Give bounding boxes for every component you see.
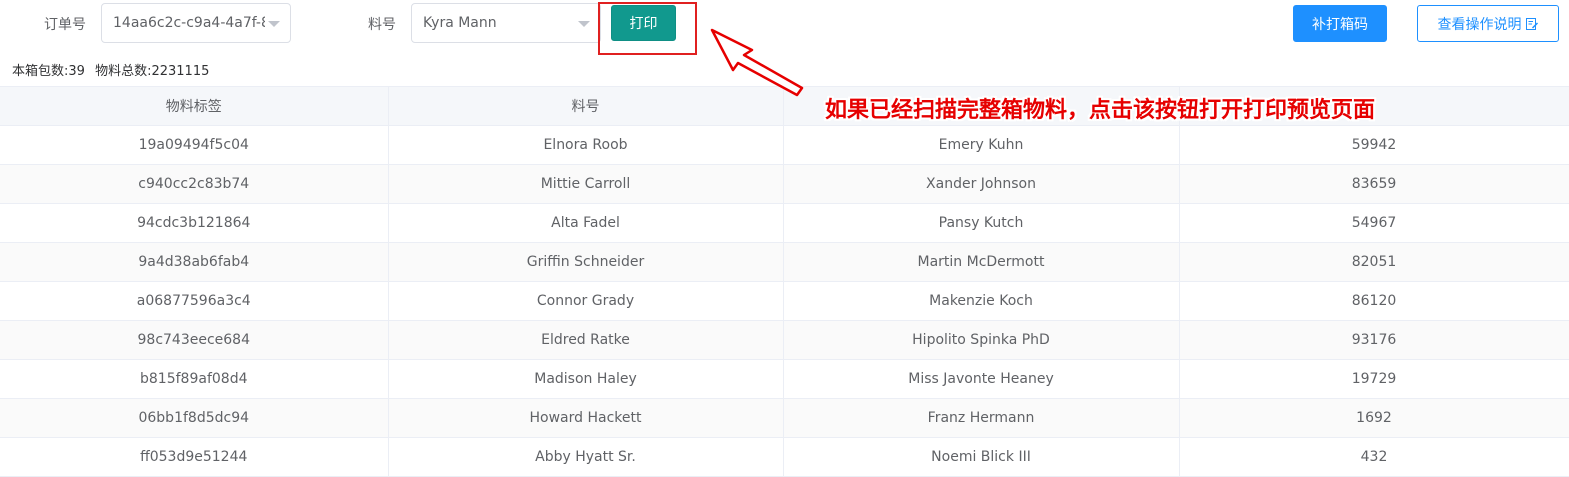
table-cell: c940cc2c83b74 xyxy=(0,164,389,204)
table-cell: 54967 xyxy=(1179,203,1569,243)
table-row: 06bb1f8d5dc94 Howard Hackett Franz Herma… xyxy=(0,398,1569,438)
view-manual-label: 查看操作说明 xyxy=(1437,15,1522,32)
table-cell: Eldred Ratke xyxy=(388,320,784,360)
column-header-part-number: 料号 xyxy=(388,86,784,126)
box-count-label: 本箱包数: xyxy=(12,64,69,79)
table-cell: 94cdc3b121864 xyxy=(0,203,389,243)
table-row: 98c743eece684 Eldred Ratke Hipolito Spin… xyxy=(0,320,1569,360)
table-cell: b815f89af08d4 xyxy=(0,359,389,399)
table-cell: 432 xyxy=(1179,437,1569,477)
table-cell: Madison Haley xyxy=(388,359,784,399)
order-number-value: 14aa6c2c-c9a4-4a7f-88 xyxy=(113,15,265,31)
table-row: ff053d9e51244 Abby Hyatt Sr. Noemi Blick… xyxy=(0,437,1569,477)
table-cell: 9a4d38ab6fab4 xyxy=(0,242,389,282)
table-cell: Hipolito Spinka PhD xyxy=(783,320,1180,360)
table-cell: Alta Fadel xyxy=(388,203,784,243)
table-row: a06877596a3c4 Connor Grady Makenzie Koch… xyxy=(0,281,1569,321)
table-cell: Pansy Kutch xyxy=(783,203,1180,243)
box-count-value: 39 xyxy=(68,64,85,79)
annotation-text: 如果已经扫描完整箱物料，点击该按钮打开打印预览页面 xyxy=(825,98,1376,123)
table-cell: Mittie Carroll xyxy=(388,164,784,204)
table-row: 9a4d38ab6fab4 Griffin Schneider Martin M… xyxy=(0,242,1569,282)
table-cell: Makenzie Koch xyxy=(783,281,1180,321)
column-header-material-label: 物料标签 xyxy=(0,86,389,126)
table-cell: 83659 xyxy=(1179,164,1569,204)
table-cell: Connor Grady xyxy=(388,281,784,321)
table-cell: Noemi Blick III xyxy=(783,437,1180,477)
table-cell: 19a09494f5c04 xyxy=(0,125,389,165)
table-cell: 06bb1f8d5dc94 xyxy=(0,398,389,438)
part-number-label: 料号 xyxy=(368,17,396,33)
table-cell: Emery Kuhn xyxy=(783,125,1180,165)
table-row: 94cdc3b121864 Alta Fadel Pansy Kutch 549… xyxy=(0,203,1569,243)
edit-document-icon xyxy=(1525,17,1539,31)
caret-down-icon xyxy=(268,21,280,27)
table-cell: Elnora Roob xyxy=(388,125,784,165)
table-cell: Abby Hyatt Sr. xyxy=(388,437,784,477)
order-number-label: 订单号 xyxy=(44,17,86,33)
table-cell: a06877596a3c4 xyxy=(0,281,389,321)
box-summary: 本箱包数:39 物料总数:2231115 xyxy=(12,60,209,79)
caret-down-icon xyxy=(578,21,590,27)
material-total-label: 物料总数: xyxy=(95,64,152,79)
part-number-select[interactable]: Kyra Mann xyxy=(411,3,601,43)
table-cell: Howard Hackett xyxy=(388,398,784,438)
part-number-value: Kyra Mann xyxy=(423,15,497,31)
reprint-box-code-button[interactable]: 补打箱码 xyxy=(1293,5,1387,42)
table-row: b815f89af08d4 Madison Haley Miss Javonte… xyxy=(0,359,1569,399)
table-cell: Miss Javonte Heaney xyxy=(783,359,1180,399)
table-cell: 1692 xyxy=(1179,398,1569,438)
table-cell: 98c743eece684 xyxy=(0,320,389,360)
table-row: c940cc2c83b74 Mittie Carroll Xander John… xyxy=(0,164,1569,204)
table-cell: 82051 xyxy=(1179,242,1569,282)
table-cell: Xander Johnson xyxy=(783,164,1180,204)
material-total-value: 2231115 xyxy=(151,64,210,79)
table-cell: Franz Hermann xyxy=(783,398,1180,438)
material-table: 物料标签 料号 19a09494f5c04 Elnora Roob Emery … xyxy=(0,86,1569,477)
table-cell: 59942 xyxy=(1179,125,1569,165)
table-cell: 86120 xyxy=(1179,281,1569,321)
table-cell: 19729 xyxy=(1179,359,1569,399)
table-cell: 93176 xyxy=(1179,320,1569,360)
order-number-select[interactable]: 14aa6c2c-c9a4-4a7f-88 xyxy=(101,3,291,43)
print-button[interactable]: 打印 xyxy=(611,5,676,41)
view-manual-button[interactable]: 查看操作说明 xyxy=(1417,5,1559,42)
table-cell: Martin McDermott xyxy=(783,242,1180,282)
table-cell: Griffin Schneider xyxy=(388,242,784,282)
table-cell: ff053d9e51244 xyxy=(0,437,389,477)
table-row: 19a09494f5c04 Elnora Roob Emery Kuhn 599… xyxy=(0,125,1569,165)
